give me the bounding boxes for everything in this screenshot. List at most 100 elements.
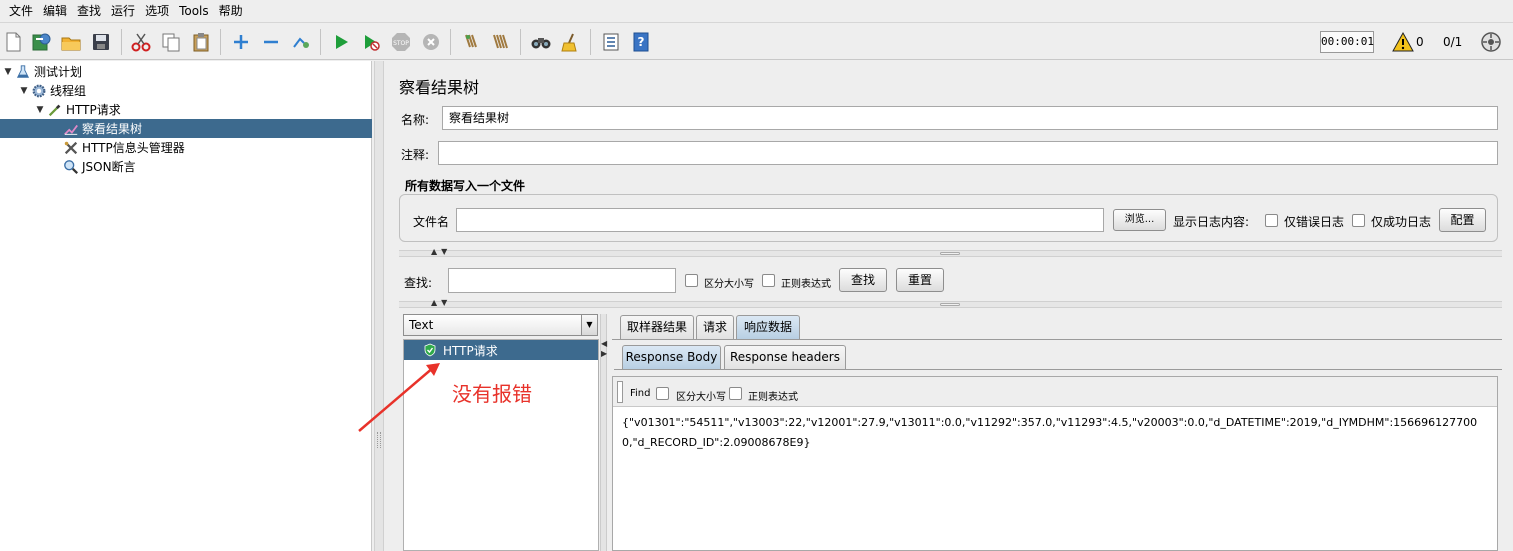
warning-icon[interactable] bbox=[1390, 29, 1416, 55]
remote-icon[interactable] bbox=[1478, 29, 1504, 55]
chart-icon bbox=[62, 120, 80, 138]
tree-item-label: HTTP信息头管理器 bbox=[82, 141, 185, 155]
annotation-arrow-icon bbox=[358, 363, 440, 432]
file-group-title: 所有数据写入一个文件 bbox=[405, 179, 526, 193]
comment-label: 注释: bbox=[401, 148, 430, 162]
tree-item-header-manager[interactable]: HTTP信息头管理器 bbox=[62, 138, 185, 157]
expanded-arrow-icon[interactable]: ▼ bbox=[2, 67, 14, 77]
divider-grip[interactable] bbox=[940, 303, 960, 306]
elapsed-timer: 00:00:01 bbox=[1320, 31, 1374, 53]
clear-icon[interactable] bbox=[458, 29, 484, 55]
copy-icon[interactable] bbox=[158, 29, 184, 55]
open-icon[interactable] bbox=[58, 29, 84, 55]
menu-file[interactable]: 文件 bbox=[4, 0, 38, 22]
jmeter-window: 文件 编辑 查找 运行 选项 Tools 帮助 STOP ? 00:00:01 … bbox=[0, 0, 1513, 551]
toggle-icon[interactable] bbox=[288, 29, 314, 55]
tree-item-label: 测试计划 bbox=[34, 65, 83, 79]
stop-icon[interactable]: STOP bbox=[388, 29, 414, 55]
thread-count: 0/1 bbox=[1443, 35, 1463, 49]
tree-item-http-request[interactable]: ▼ HTTP请求 bbox=[34, 100, 121, 119]
new-icon[interactable] bbox=[0, 29, 26, 55]
divider-arrows-icon[interactable]: ▲▼ bbox=[431, 298, 451, 307]
shutdown-icon[interactable] bbox=[418, 29, 444, 55]
case-sensitive-label: 区分大小写 bbox=[704, 279, 754, 290]
search-label: 查找: bbox=[404, 276, 433, 290]
search-input[interactable] bbox=[448, 268, 676, 293]
help-icon[interactable]: ? bbox=[628, 29, 654, 55]
paste-icon[interactable] bbox=[188, 29, 214, 55]
cut-icon[interactable] bbox=[128, 29, 154, 55]
tab-response-body[interactable]: Response Body bbox=[622, 345, 721, 369]
configure-button[interactable]: 配置 bbox=[1439, 208, 1486, 232]
view-results-tree-panel: 察看结果树 名称: 察看结果树 注释: 所有数据写入一个文件 文件名 浏览...… bbox=[358, 61, 1513, 551]
regex-label: 正则表达式 bbox=[781, 279, 831, 290]
start-icon[interactable] bbox=[328, 29, 354, 55]
renderer-select[interactable]: Text ▼ bbox=[403, 314, 598, 336]
success-shield-icon bbox=[423, 343, 437, 357]
warning-count: 0 bbox=[1416, 35, 1424, 49]
divider-arrows-icon[interactable]: ▲▼ bbox=[431, 247, 451, 256]
name-field[interactable]: 察看结果树 bbox=[442, 106, 1498, 130]
response-case-checkbox[interactable] bbox=[656, 387, 669, 400]
response-find-input[interactable] bbox=[617, 381, 623, 403]
menu-edit[interactable]: 编辑 bbox=[38, 0, 72, 22]
tree-item-thread-group[interactable]: ▼ 线程组 bbox=[18, 81, 86, 100]
comment-field[interactable] bbox=[438, 141, 1498, 165]
search-icon[interactable] bbox=[528, 29, 554, 55]
tree-item-label: 察看结果树 bbox=[82, 122, 143, 136]
start-no-pause-icon[interactable] bbox=[358, 29, 384, 55]
chevron-down-icon[interactable]: ▼ bbox=[581, 315, 597, 335]
divider-grip[interactable] bbox=[940, 252, 960, 255]
response-find-label: Find bbox=[630, 388, 651, 399]
success-only-checkbox[interactable] bbox=[1352, 214, 1365, 227]
tab-response-data[interactable]: 响应数据 bbox=[736, 315, 800, 339]
regex-checkbox[interactable] bbox=[762, 274, 775, 287]
menu-search[interactable]: 查找 bbox=[72, 0, 106, 22]
tree-item-view-results-tree[interactable]: 察看结果树 bbox=[0, 119, 372, 138]
find-button[interactable]: 查找 bbox=[839, 268, 887, 292]
tab-sampler-result[interactable]: 取样器结果 bbox=[620, 315, 694, 339]
menu-tools[interactable]: Tools bbox=[174, 0, 214, 22]
annotation-text: 没有报错 bbox=[452, 382, 532, 406]
tab-response-headers[interactable]: Response headers bbox=[724, 345, 846, 369]
tab-request[interactable]: 请求 bbox=[696, 315, 734, 339]
svg-text:STOP: STOP bbox=[393, 40, 409, 47]
errors-only-checkbox[interactable] bbox=[1265, 214, 1278, 227]
toolbar: STOP ? 00:00:01 0 0/1 bbox=[0, 22, 1513, 60]
expand-icon[interactable] bbox=[228, 29, 254, 55]
browse-button[interactable]: 浏览... bbox=[1113, 209, 1166, 231]
tree-item-label: 线程组 bbox=[50, 84, 87, 98]
main-split-handle[interactable] bbox=[374, 61, 384, 551]
expanded-arrow-icon[interactable]: ▼ bbox=[34, 105, 46, 115]
tree-item-label: HTTP请求 bbox=[66, 103, 121, 117]
filename-label: 文件名 bbox=[413, 215, 450, 229]
filename-input[interactable] bbox=[456, 208, 1104, 232]
reset-button[interactable]: 重置 bbox=[896, 268, 944, 292]
flask-icon bbox=[14, 63, 32, 81]
response-body-text[interactable]: {"v01301":"54511","v13003":22,"v12001":2… bbox=[622, 413, 1488, 453]
menubar: 文件 编辑 查找 运行 选项 Tools 帮助 bbox=[0, 0, 1513, 22]
tree-item-json-assertion[interactable]: JSON断言 bbox=[62, 157, 136, 176]
svg-text:?: ? bbox=[638, 35, 645, 49]
gear-icon bbox=[30, 82, 48, 100]
menu-options[interactable]: 选项 bbox=[140, 0, 174, 22]
reset-search-icon[interactable] bbox=[558, 29, 584, 55]
name-label: 名称: bbox=[401, 113, 430, 127]
errors-only-label: 仅错误日志 bbox=[1284, 215, 1345, 229]
pipette-icon bbox=[46, 101, 64, 119]
result-item-http-request[interactable]: HTTP请求 bbox=[404, 340, 598, 360]
save-icon[interactable] bbox=[88, 29, 114, 55]
tree-item-test-plan[interactable]: ▼ 测试计划 bbox=[2, 62, 82, 81]
expanded-arrow-icon[interactable]: ▼ bbox=[18, 86, 30, 96]
split-arrows-icon[interactable]: ◀ ▶ bbox=[601, 339, 607, 359]
success-only-label: 仅成功日志 bbox=[1371, 215, 1432, 229]
collapse-icon[interactable] bbox=[258, 29, 284, 55]
response-regex-checkbox[interactable] bbox=[729, 387, 742, 400]
case-sensitive-checkbox[interactable] bbox=[685, 274, 698, 287]
templates-icon[interactable] bbox=[28, 29, 54, 55]
menu-help[interactable]: 帮助 bbox=[214, 0, 248, 22]
function-helper-icon[interactable] bbox=[598, 29, 624, 55]
clear-all-icon[interactable] bbox=[488, 29, 514, 55]
test-plan-tree: ▼ 测试计划 ▼ 线程组 ▼ HTTP请求 察看结果树 HTTP信息头管理器 J… bbox=[0, 61, 372, 551]
menu-run[interactable]: 运行 bbox=[106, 0, 140, 22]
